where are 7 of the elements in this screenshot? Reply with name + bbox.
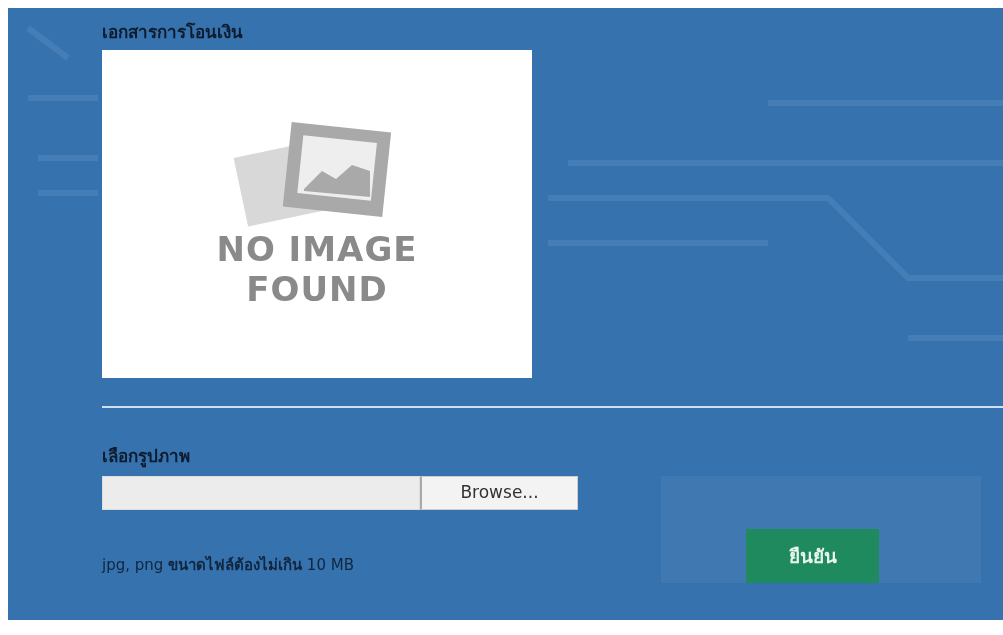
section-title: เอกสารการโอนเงิน xyxy=(102,22,244,43)
confirm-button[interactable]: ยืนยัน xyxy=(746,528,879,583)
file-hint: jpg, png ขนาดไฟล์ต้องไม่เกิน 10 MB xyxy=(102,554,354,577)
file-path-field[interactable] xyxy=(102,475,420,510)
field-label: เลือกรูปภาพ xyxy=(102,445,191,470)
placeholder-text: NO IMAGE FOUND xyxy=(216,228,418,311)
browse-button[interactable]: Browse... xyxy=(420,475,578,510)
